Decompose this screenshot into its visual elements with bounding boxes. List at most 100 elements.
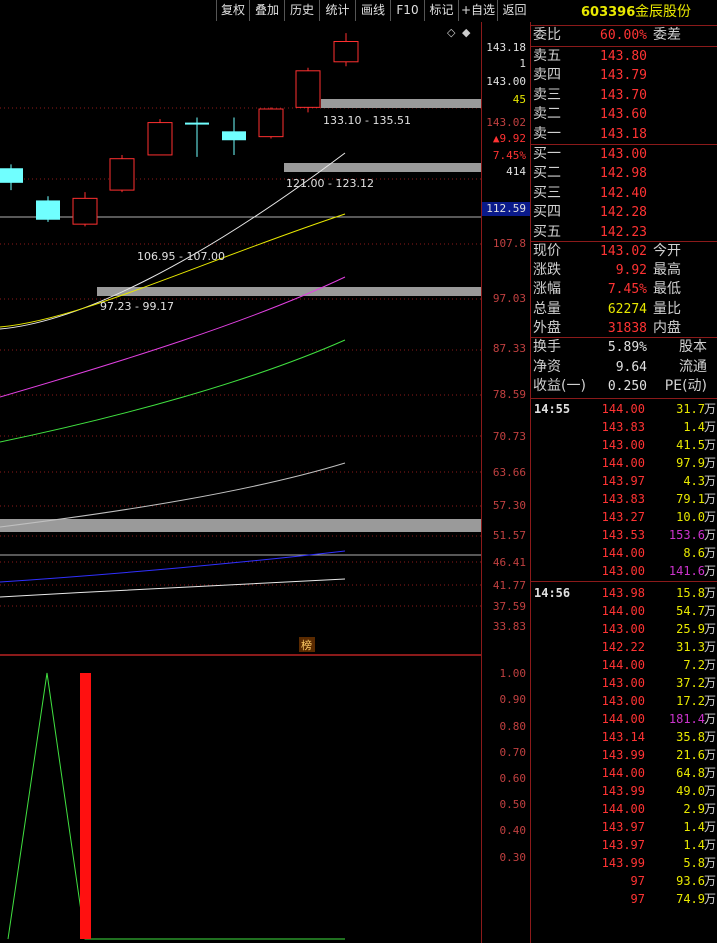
trade-unit: 万	[703, 748, 716, 762]
indicator-tick: 0.30	[499, 851, 527, 864]
candle-body	[147, 122, 173, 156]
bid-row[interactable]: 买二 142.98	[531, 164, 717, 183]
trade-time: 14:56	[534, 586, 571, 600]
ask-label: 卖三	[533, 86, 561, 103]
marker-glyph: 榜	[301, 638, 312, 652]
trade-unit: 万	[703, 528, 716, 542]
trade-row: 143.00 141.6 万	[531, 562, 717, 580]
ask-row[interactable]: 卖二 143.60	[531, 105, 717, 124]
trade-volume: 37.2	[676, 676, 705, 690]
trade-volume: 7.2	[683, 658, 705, 672]
bid-label: 买五	[533, 223, 561, 240]
trade-volume: 4.3	[683, 474, 705, 488]
trade-volume: 1.4	[683, 420, 705, 434]
indicator-tick: 0.40	[499, 824, 527, 837]
quote-label2: 最高	[653, 262, 681, 279]
trade-price: 143.00	[601, 676, 645, 690]
trade-price: 143.97	[601, 838, 645, 852]
indicator-chart[interactable]	[0, 654, 481, 943]
trade-price: 143.00	[601, 438, 645, 452]
price-tick: 97.03	[492, 292, 526, 305]
bid-row[interactable]: 买四 142.28	[531, 203, 717, 222]
trade-row: 144.00 97.9 万	[531, 454, 717, 472]
chart-toolbar: 复权 叠加 历史 统计 画线 F10 标记 +自选 返回	[0, 0, 531, 22]
ask-price: 143.18	[600, 126, 647, 142]
settings-dot-icon[interactable]: ◆	[462, 26, 471, 39]
trade-time: 14:55	[534, 402, 571, 416]
toolbar-button-1[interactable]: 叠加	[249, 0, 284, 21]
trade-row: 143.99 49.0 万	[531, 782, 717, 800]
indicator-tick: 0.70	[499, 746, 527, 759]
candle-body	[185, 122, 209, 125]
indicator-tick: 0.50	[499, 798, 527, 811]
trade-price: 143.97	[601, 820, 645, 834]
ask-row[interactable]: 卖一 143.18	[531, 125, 717, 144]
trade-price: 143.99	[601, 784, 645, 798]
toolbar-button-5[interactable]: F10	[390, 0, 424, 21]
price-tick: 78.59	[492, 388, 526, 401]
indicator-line	[7, 672, 345, 940]
trade-row: 143.00 25.9 万	[531, 620, 717, 638]
trade-volume: 1.4	[683, 838, 705, 852]
trade-price: 144.00	[601, 658, 645, 672]
axis-top-8: 414	[506, 165, 526, 178]
trade-price: 144.00	[601, 456, 645, 470]
toolbar-button-6[interactable]: 标记	[424, 0, 458, 21]
stock-name: 金辰股份	[635, 4, 691, 20]
trade-unit: 万	[703, 438, 716, 452]
trade-price: 97	[630, 874, 645, 888]
trade-unit: 万	[703, 874, 716, 888]
trade-volume: 181.4	[668, 712, 705, 726]
trade-price: 143.00	[601, 622, 645, 636]
bid-price: 142.40	[600, 185, 647, 201]
quote-value: 7.45%	[607, 282, 647, 298]
indicator-tick: 0.90	[499, 693, 527, 706]
ask-row[interactable]: 卖五 143.80	[531, 47, 717, 66]
trade-volume: 49.0	[676, 784, 705, 798]
ask-row[interactable]: 卖四 143.79	[531, 66, 717, 85]
trade-unit: 万	[703, 694, 716, 708]
candle-body	[36, 200, 60, 220]
trade-row: 97 93.6 万	[531, 872, 717, 890]
zone-bar-3	[97, 287, 481, 296]
trade-unit: 万	[703, 546, 716, 560]
quote-panel: 603396 金辰股份 委比 60.00% 委差 卖五 143.80 卖四 143.7…	[531, 0, 717, 943]
axis-top-2: 1	[519, 57, 526, 70]
ask-price: 143.60	[600, 107, 647, 123]
zone-label-2: 121.00 - 123.12	[286, 177, 374, 190]
toolbar-button-0[interactable]: 复权	[216, 0, 249, 21]
trade-row: 144.00 64.8 万	[531, 764, 717, 782]
toolbar-button-7[interactable]: +自选	[458, 0, 497, 21]
candle-body	[333, 41, 359, 63]
trade-row: 143.97 1.4 万	[531, 836, 717, 854]
ask-price: 143.80	[600, 49, 647, 64]
trade-unit: 万	[703, 586, 716, 600]
trade-price: 97	[630, 892, 645, 906]
price-tick: 87.33	[492, 342, 526, 355]
toolbar-button-8[interactable]: 返回	[497, 0, 531, 21]
quote-label2: 最低	[653, 281, 681, 298]
order-ratio-row: 委比 60.00% 委差	[531, 26, 717, 45]
trade-row: 144.00 7.2 万	[531, 656, 717, 674]
trade-price: 144.00	[601, 604, 645, 618]
ma-blue-line	[0, 550, 346, 583]
trade-volume: 31.7	[676, 402, 705, 416]
toolbar-button-3[interactable]: 统计	[319, 0, 355, 21]
trade-row: 14:56 143.98 15.8 万	[531, 584, 717, 602]
trade-unit: 万	[703, 856, 716, 870]
bid-row[interactable]: 买三 142.40	[531, 184, 717, 203]
trade-row: 143.99 21.6 万	[531, 746, 717, 764]
zone-bar-1	[321, 99, 481, 108]
bid-row[interactable]: 买五 142.23	[531, 223, 717, 242]
order-diff-label: 委差	[653, 27, 681, 43]
trade-price: 143.00	[601, 564, 645, 578]
axis-top-1: 143.18	[486, 41, 526, 54]
ask-row[interactable]: 卖三 143.70	[531, 86, 717, 105]
ma-green-line	[0, 339, 346, 443]
toolbar-button-4[interactable]: 画线	[355, 0, 390, 21]
diamond-icon[interactable]: ◇	[447, 26, 456, 39]
ma-gray-line	[0, 462, 346, 528]
bid-row[interactable]: 买一 143.00	[531, 145, 717, 164]
toolbar-button-2[interactable]: 历史	[284, 0, 319, 21]
quote-row: 涨跌 9.92 最高	[531, 261, 717, 280]
